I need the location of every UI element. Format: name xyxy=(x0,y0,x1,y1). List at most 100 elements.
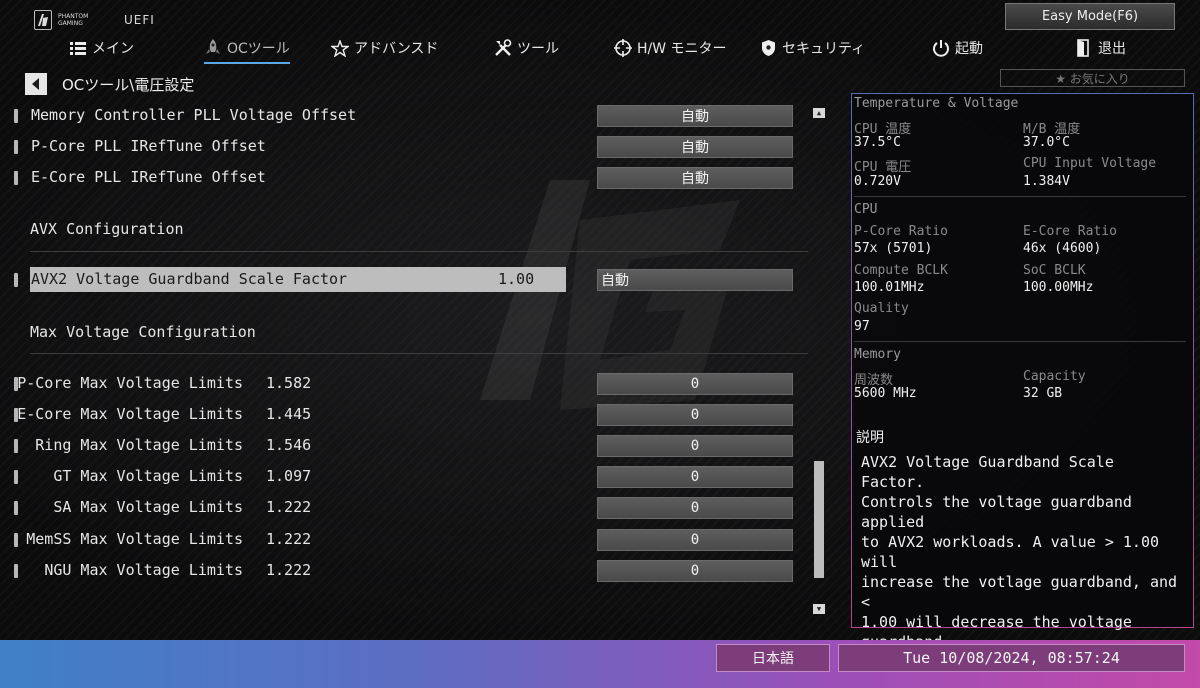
easy-mode-button[interactable]: Easy Mode(F6) xyxy=(1005,3,1175,30)
shield-icon xyxy=(759,39,777,57)
setting-label: NGU Max Voltage Limits xyxy=(44,561,243,579)
section-divider xyxy=(30,251,808,252)
setting-current-value: 1.222 xyxy=(266,498,312,516)
avx-section-title: AVX Configuration xyxy=(30,220,184,238)
cpu-voltage-label: CPU 電圧 xyxy=(854,160,912,175)
setting-value-field[interactable]: 0 xyxy=(597,404,793,426)
soc-bclk-label: SoC BCLK xyxy=(1023,263,1086,278)
setting-row-selected[interactable]: AVX2 Voltage Guardband Scale Factor 1.00… xyxy=(0,267,810,293)
quality-label: Quality xyxy=(854,301,909,316)
scroll-up-icon[interactable]: ▲ xyxy=(813,108,825,118)
crosshair-icon xyxy=(614,39,632,57)
star-icon xyxy=(331,39,349,57)
setting-value-field[interactable]: 0 xyxy=(597,373,793,395)
main-tabs: メイン OCツール アドバンスド ツール H/W モニター セキュリティ 起動 … xyxy=(0,34,1200,64)
uefi-label: UEFI xyxy=(124,13,155,27)
setting-current-value: 1.222 xyxy=(266,530,312,548)
exit-icon xyxy=(1075,39,1093,57)
tab-main-label: メイン xyxy=(92,41,134,57)
row-bullet xyxy=(14,273,18,287)
rocket-icon xyxy=(204,39,222,57)
compute-bclk-label: Compute BCLK xyxy=(854,263,948,278)
setting-row[interactable]: Ring Max Voltage Limits 1.546 0 xyxy=(0,433,810,459)
panel-divider xyxy=(854,196,1186,197)
setting-row[interactable]: NGU Max Voltage Limits 1.222 0 xyxy=(0,558,810,584)
tab-advanced-label: アドバンスド xyxy=(354,41,439,57)
setting-value-field[interactable]: 自動 xyxy=(597,105,793,127)
temp-voltage-title: Temperature & Voltage xyxy=(854,96,1019,111)
favorite-button[interactable]: ★ お気に入り xyxy=(1000,69,1185,87)
tab-exit[interactable]: 退出 xyxy=(1075,34,1126,62)
section-divider xyxy=(30,353,808,354)
setting-value-field[interactable]: 自動 xyxy=(597,136,793,158)
setting-label: P-Core PLL IRefTune Offset xyxy=(31,137,266,155)
setting-label: Memory Controller PLL Voltage Offset xyxy=(31,106,357,124)
max-voltage-section-title: Max Voltage Configuration xyxy=(30,323,256,341)
setting-label: Ring Max Voltage Limits xyxy=(35,436,243,454)
setting-value-field[interactable]: 自動 xyxy=(597,167,793,189)
tab-boot-label: 起動 xyxy=(955,41,983,57)
ecore-ratio-label: E-Core Ratio xyxy=(1023,224,1117,239)
setting-value-field[interactable]: 0 xyxy=(597,529,793,551)
setting-label: GT Max Voltage Limits xyxy=(53,467,243,485)
tools-icon xyxy=(494,39,512,57)
tab-hw-monitor[interactable]: H/W モニター xyxy=(614,34,727,62)
hardware-monitor-panel: Temperature & Voltage CPU 温度 37.5°C M/B … xyxy=(851,93,1194,651)
setting-row[interactable]: GT Max Voltage Limits 1.097 0 xyxy=(0,464,810,490)
setting-row[interactable]: P-Core PLL IRefTune Offset 自動 xyxy=(0,134,810,160)
brand-logo: PHANTOM GAMING UEFI xyxy=(34,10,155,30)
brand-name: PHANTOM GAMING xyxy=(58,13,89,27)
setting-label: P-Core Max Voltage Limits xyxy=(17,374,243,392)
ecore-ratio-value: 46x (4600) xyxy=(1023,241,1102,256)
setting-current-value: 1.445 xyxy=(266,405,312,423)
datetime-display: Tue 10/08/2024, 08:57:24 xyxy=(838,644,1185,672)
memory-title: Memory xyxy=(854,347,901,362)
row-bullet xyxy=(14,109,18,123)
scroll-down-icon[interactable]: ▼ xyxy=(813,604,825,614)
setting-row[interactable]: E-Core Max Voltage Limits 1.445 0 xyxy=(0,402,810,428)
memory-capacity-value: 32 GB xyxy=(1023,386,1063,401)
setting-value-field[interactable]: 0 xyxy=(597,435,793,457)
setting-value-field[interactable]: 0 xyxy=(597,497,793,519)
phantom-gaming-logo-icon xyxy=(34,10,52,30)
tab-tools-label: ツール xyxy=(517,41,559,57)
setting-value-field[interactable]: 0 xyxy=(597,466,793,488)
mb-temp-value: 37.0°C xyxy=(1023,135,1070,150)
pcore-ratio-value: 57x (5701) xyxy=(854,241,933,256)
setting-label: E-Core Max Voltage Limits xyxy=(17,405,243,423)
setting-row[interactable]: Memory Controller PLL Voltage Offset 自動 xyxy=(0,103,810,129)
compute-bclk-value: 100.01MHz xyxy=(854,280,925,295)
back-arrow-icon xyxy=(32,78,39,90)
setting-row[interactable]: E-Core PLL IRefTune Offset 自動 xyxy=(0,165,810,191)
setting-current-value: 1.222 xyxy=(266,561,312,579)
tab-main[interactable]: メイン xyxy=(69,34,134,62)
cpu-title: CPU xyxy=(854,202,878,217)
tab-oc-tools-label: OCツール xyxy=(227,41,290,57)
row-bullet xyxy=(14,171,18,185)
setting-value-field[interactable]: 0 xyxy=(597,560,793,582)
setting-value-field[interactable]: 自動 xyxy=(597,269,793,291)
quality-value: 97 xyxy=(854,319,870,334)
pcore-ratio-label: P-Core Ratio xyxy=(854,224,948,239)
scrollbar-thumb[interactable] xyxy=(814,461,824,578)
setting-row[interactable]: MemSS Max Voltage Limits 1.222 0 xyxy=(0,527,810,553)
setting-label: E-Core PLL IRefTune Offset xyxy=(31,168,266,186)
memory-capacity-label: Capacity xyxy=(1023,369,1086,384)
setting-label: AVX2 Voltage Guardband Scale Factor xyxy=(31,270,348,288)
tab-advanced[interactable]: アドバンスド xyxy=(331,34,438,62)
tab-tools[interactable]: ツール xyxy=(494,34,559,62)
description-title: 説明 xyxy=(856,430,884,446)
tab-security[interactable]: セキュリティ xyxy=(759,34,865,62)
language-button[interactable]: 日本語 xyxy=(716,644,830,672)
tab-oc-tools[interactable]: OCツール xyxy=(204,34,290,64)
setting-current-value: 1.00 xyxy=(498,270,535,288)
soc-bclk-value: 100.00MHz xyxy=(1023,280,1094,295)
back-button[interactable] xyxy=(25,73,47,95)
setting-row[interactable]: P-Core Max Voltage Limits 1.582 0 xyxy=(0,371,810,397)
list-icon xyxy=(69,39,87,57)
tab-boot[interactable]: 起動 xyxy=(932,34,983,62)
cpu-temp-value: 37.5°C xyxy=(854,135,901,150)
cpu-input-voltage-value: 1.384V xyxy=(1023,174,1070,189)
setting-current-value: 1.582 xyxy=(266,374,312,392)
setting-row[interactable]: SA Max Voltage Limits 1.222 0 xyxy=(0,495,810,521)
